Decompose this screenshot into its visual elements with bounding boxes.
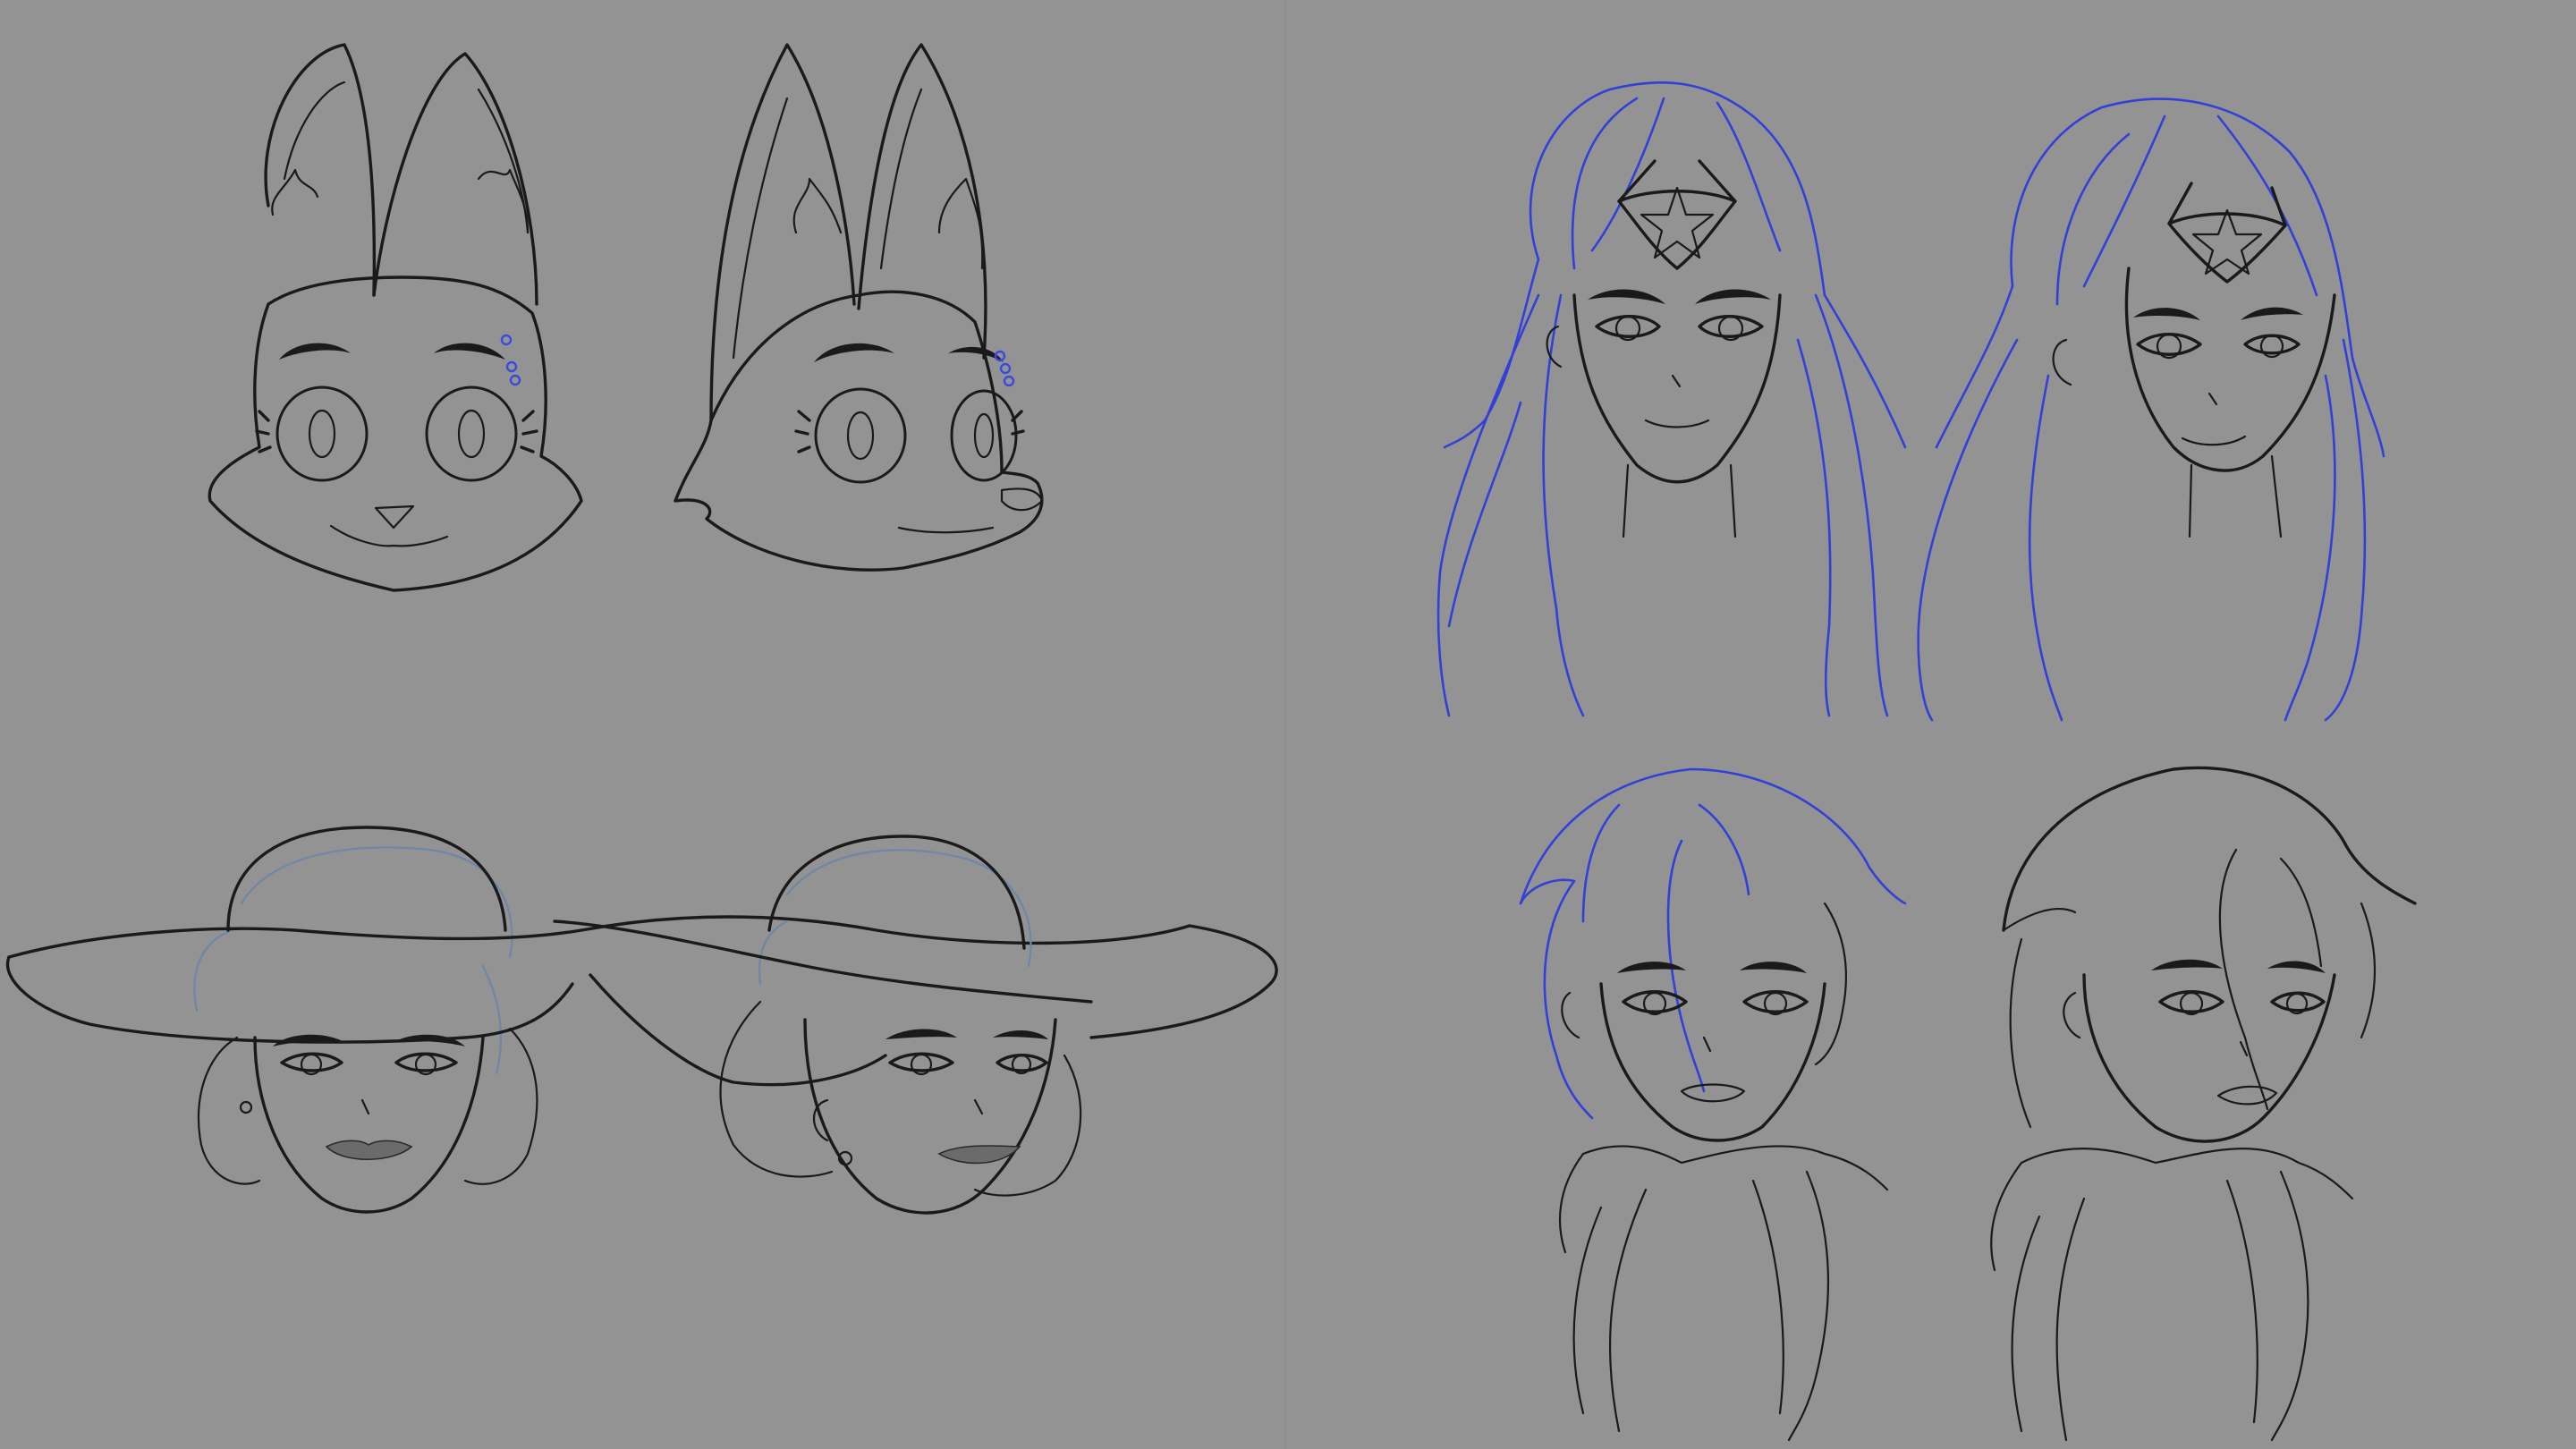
fox-head-three-quarter — [674, 43, 1044, 572]
woman-sun-hat-front — [5, 826, 1278, 1214]
woman-long-hair-tiara-front — [1436, 80, 1907, 717]
sketch-sheet — [5, 43, 2417, 1442]
woman-long-hair-tiara-three-quarter — [1917, 97, 2385, 722]
drawing-canvas — [0, 0, 2576, 1449]
fox-head-front — [208, 43, 583, 592]
short-hair-character-three-quarter — [1990, 766, 2417, 1442]
short-hair-character-front — [1519, 767, 1907, 1442]
woman-sun-hat-three-quarter — [553, 835, 1093, 1215]
